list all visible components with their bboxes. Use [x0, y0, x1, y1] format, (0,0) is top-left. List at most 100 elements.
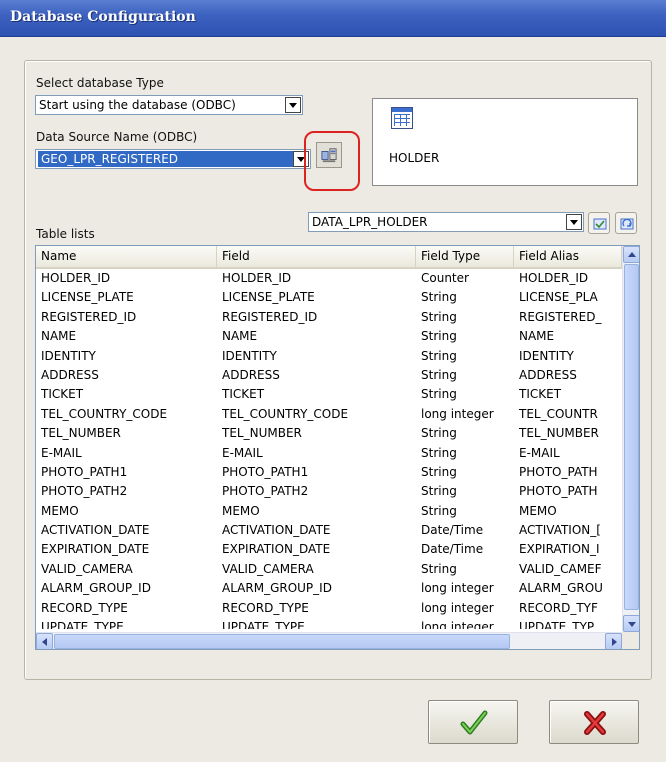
- table-cell: TEL_COUNTRY_CODE: [222, 406, 349, 421]
- table-cell: Counter: [421, 271, 469, 285]
- table-row[interactable]: PHOTO_PATH1 PHOTO_PATH1 String PHOTO_PATH: [36, 463, 622, 482]
- table-cell: String: [421, 503, 457, 518]
- table-row[interactable]: IDENTITY IDENTITY String IDENTITY: [36, 347, 622, 366]
- table-cell: String: [421, 387, 457, 402]
- table-row[interactable]: NAME NAME String NAME: [36, 327, 622, 346]
- table-row[interactable]: MEMO MEMO String MEMO: [36, 502, 622, 521]
- table-cell: Date/Time: [421, 542, 484, 557]
- db-type-value: Start using the database (ODBC): [39, 98, 236, 112]
- scroll-left-button[interactable]: [36, 633, 53, 649]
- check-table-icon: [593, 218, 607, 230]
- scroll-down-button[interactable]: [623, 615, 639, 632]
- table-cell: ALARM_GROUP_ID: [222, 581, 332, 596]
- table-cell: HOLDER_ID: [519, 271, 589, 285]
- table-row[interactable]: TEL_NUMBER TEL_NUMBER String TEL_NUMBER: [36, 424, 622, 443]
- table-cell: VALID_CAMERA: [222, 561, 314, 576]
- table-cell: UPDATE_TYP: [519, 620, 595, 629]
- table-cell: EXPIRATION_I: [519, 542, 600, 557]
- table-cell: ADDRESS: [222, 367, 280, 382]
- ok-button[interactable]: [428, 700, 518, 744]
- title-bar: Database Configuration: [0, 0, 666, 37]
- table-row[interactable]: E-MAIL E-MAIL String E-MAIL: [36, 444, 622, 463]
- scrollbar-corner: [622, 632, 639, 649]
- vertical-scrollbar[interactable]: [622, 246, 639, 632]
- chevron-down-icon: [628, 622, 636, 627]
- chevron-down-icon[interactable]: [566, 214, 582, 230]
- fields-list[interactable]: Name Field Field Type Field Alias HOLDER…: [35, 245, 640, 650]
- table-cell: TEL_COUNTRY_CODE: [41, 406, 168, 421]
- table-cell: RECORD_TYPE: [41, 600, 128, 615]
- table-cell: EXPIRATION_DATE: [222, 542, 331, 557]
- column-header-name[interactable]: Name: [36, 246, 217, 267]
- fields-list-header: Name Field Field Type Field Alias: [36, 246, 622, 269]
- table-cell: TEL_COUNTR: [519, 406, 598, 421]
- column-header-field-alias[interactable]: Field Alias: [514, 246, 622, 267]
- table-cell: String: [421, 561, 457, 576]
- table-cell: ALARM_GROUP_ID: [41, 581, 151, 596]
- chevron-down-icon[interactable]: [285, 97, 301, 113]
- table-row[interactable]: ADDRESS ADDRESS String ADDRESS: [36, 366, 622, 385]
- window-title: Database Configuration: [10, 9, 196, 25]
- table-row[interactable]: UPDATE_TYPE UPDATE_TYPE long integer UPDATE…: [36, 618, 622, 629]
- check-table-button[interactable]: [588, 212, 610, 234]
- column-header-field[interactable]: Field: [217, 246, 416, 267]
- table-row[interactable]: EXPIRATION_DATE EXPIRATION_DATE Date/Time E…: [36, 540, 622, 559]
- table-cell: ADDRESS: [519, 367, 577, 382]
- table-cell: ACTIVATION_[: [519, 523, 601, 538]
- table-row[interactable]: TEL_COUNTRY_CODE TEL_COUNTRY_CODE long int…: [36, 405, 622, 424]
- dsn-select[interactable]: GEO_LPR_REGISTERED: [35, 149, 311, 169]
- table-row[interactable]: TICKET TICKET String TICKET: [36, 385, 622, 404]
- table-cell: String: [421, 484, 457, 499]
- table-cell: ACTIVATION_DATE: [222, 523, 331, 538]
- table-cell: String: [421, 290, 457, 305]
- cancel-button[interactable]: [549, 700, 639, 744]
- horizontal-scroll-thumb[interactable]: [54, 634, 510, 649]
- table-cell: MEMO: [41, 503, 79, 518]
- table-cell: long integer: [421, 581, 494, 596]
- horizontal-scrollbar[interactable]: [36, 632, 622, 649]
- table-lists-select[interactable]: DATA_LPR_HOLDER: [308, 212, 584, 232]
- table-row[interactable]: ACTIVATION_DATE ACTIVATION_DATE Date/Time A…: [36, 521, 622, 540]
- table-row[interactable]: RECORD_TYPE RECORD_TYPE long integer RECORD…: [36, 599, 622, 618]
- chevron-up-icon: [628, 252, 636, 257]
- table-grid-icon: [391, 107, 413, 129]
- table-cell: String: [421, 445, 457, 460]
- scroll-up-button[interactable]: [623, 246, 639, 263]
- column-header-field-type[interactable]: Field Type: [416, 246, 514, 267]
- highlight-ring: [304, 131, 360, 191]
- vertical-scroll-thumb[interactable]: [624, 264, 639, 610]
- table-cell: MEMO: [222, 503, 260, 518]
- table-cell: String: [421, 309, 457, 324]
- table-cell: ALARM_GROU: [519, 581, 603, 596]
- table-cell: long integer: [421, 620, 494, 629]
- table-cell: NAME: [519, 329, 555, 344]
- table-cell: PHOTO_PATH: [519, 464, 598, 479]
- db-type-select[interactable]: Start using the database (ODBC): [35, 95, 303, 115]
- table-cell: EXPIRATION_DATE: [41, 542, 150, 557]
- table-cell: String: [421, 426, 457, 441]
- table-cell: Date/Time: [421, 523, 484, 538]
- table-cell: PHOTO_PATH1: [222, 464, 309, 479]
- table-cell: HOLDER_ID: [41, 271, 111, 285]
- table-cell: TICKET: [222, 387, 265, 402]
- table-cell: RECORD_TYF: [519, 600, 598, 615]
- table-cell: REGISTERED_ID: [41, 309, 137, 324]
- table-cell: IDENTITY: [222, 348, 277, 363]
- table-row[interactable]: HOLDER_ID HOLDER_ID Counter HOLDER_ID: [36, 269, 622, 288]
- refresh-table-button[interactable]: [615, 212, 637, 234]
- table-cell: long integer: [421, 600, 494, 615]
- dsn-value: GEO_LPR_REGISTERED: [38, 151, 293, 167]
- table-cell: REGISTERED_: [519, 309, 602, 324]
- table-cell: E-MAIL: [519, 445, 560, 460]
- table-row[interactable]: ALARM_GROUP_ID ALARM_GROUP_ID long integer…: [36, 579, 622, 598]
- table-row[interactable]: PHOTO_PATH2 PHOTO_PATH2 String PHOTO_PATH: [36, 482, 622, 501]
- table-preview-name: HOLDER: [389, 151, 440, 165]
- table-row[interactable]: REGISTERED_ID REGISTERED_ID String REGISTER…: [36, 308, 622, 327]
- table-cell: PHOTO_PATH: [519, 484, 598, 499]
- table-cell: TEL_NUMBER: [41, 426, 121, 441]
- scroll-right-button[interactable]: [605, 633, 622, 649]
- table-row[interactable]: LICENSE_PLATE LICENSE_PLATE String LICENSE_…: [36, 288, 622, 307]
- table-cell: REGISTERED_ID: [222, 309, 318, 324]
- table-row[interactable]: VALID_CAMERA VALID_CAMERA String VALID_CAME…: [36, 560, 622, 579]
- chevron-left-icon: [42, 638, 47, 646]
